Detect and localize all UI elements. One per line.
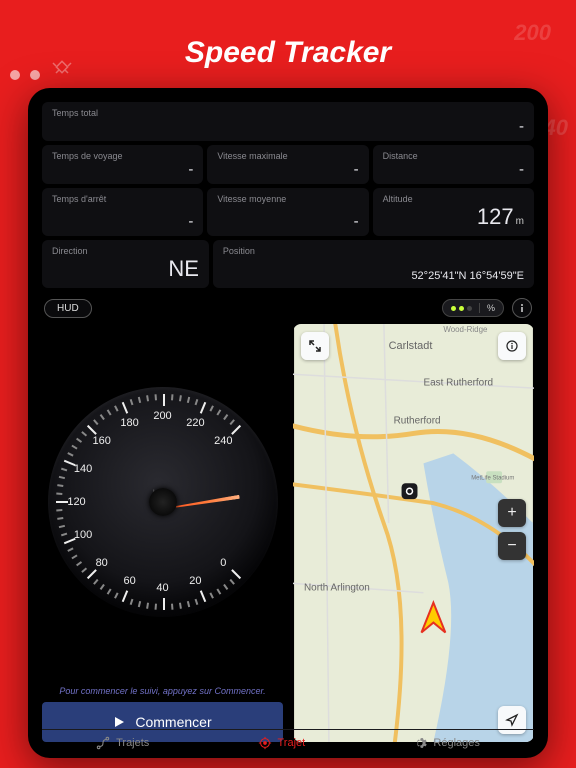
- map-zoom-in-button[interactable]: +: [498, 499, 526, 527]
- stat-max-speed: Vitesse maximale-: [207, 145, 368, 184]
- stats-grid: Temps total - Temps de voyage- Vitesse m…: [42, 102, 534, 288]
- signal-indicator[interactable]: %: [442, 299, 504, 317]
- svg-text:Carlstadt: Carlstadt: [389, 340, 433, 352]
- hud-button[interactable]: HUD: [44, 299, 92, 318]
- svg-text:MetLife Stadium: MetLife Stadium: [471, 475, 514, 481]
- tab-trip[interactable]: Trajet: [258, 736, 306, 750]
- info-button[interactable]: [512, 298, 532, 318]
- tab-trips[interactable]: Trajets: [96, 736, 149, 750]
- page-dots: [0, 70, 40, 80]
- stat-distance: Distance-: [373, 145, 534, 184]
- stat-direction: DirectionNE: [42, 240, 209, 288]
- tab-bar: Trajets Trajet Réglages: [42, 729, 534, 750]
- svg-text:East Rutherford: East Rutherford: [423, 378, 493, 389]
- map-expand-button[interactable]: [301, 332, 329, 360]
- svg-text:Wood-Ridge: Wood-Ridge: [443, 325, 488, 334]
- gear-icon: [413, 736, 427, 750]
- speedometer: 020406080100120140160180200220240 km/h: [48, 387, 278, 617]
- stat-label: Temps total: [52, 108, 524, 118]
- target-icon: [258, 736, 272, 750]
- map-zoom-out-button[interactable]: −: [498, 532, 526, 560]
- stat-altitude: Altitude127m: [373, 188, 534, 236]
- stat-total-time: Temps total -: [42, 102, 534, 141]
- satellite-icon: [50, 55, 74, 79]
- tab-settings[interactable]: Réglages: [413, 736, 479, 750]
- map-view[interactable]: Carlstadt East Rutherford Rutherford Nor…: [293, 324, 534, 742]
- svg-text:North Arlington: North Arlington: [304, 583, 370, 594]
- device-frame: Temps total - Temps de voyage- Vitesse m…: [28, 88, 548, 758]
- app-title: Speed Tracker: [0, 0, 576, 88]
- svg-text:Rutherford: Rutherford: [394, 416, 441, 427]
- stat-stop-time: Temps d'arrêt-: [42, 188, 203, 236]
- stat-value: -: [52, 118, 524, 135]
- stat-avg-speed: Vitesse moyenne-: [207, 188, 368, 236]
- hint-text: Pour commencer le suivi, appuyez sur Com…: [42, 686, 283, 696]
- stat-position: Position52°25'41"N 16°54'59"E: [213, 240, 534, 288]
- map-info-button[interactable]: [498, 332, 526, 360]
- route-icon: [96, 736, 110, 750]
- stat-trip-time: Temps de voyage-: [42, 145, 203, 184]
- play-icon: [113, 716, 125, 728]
